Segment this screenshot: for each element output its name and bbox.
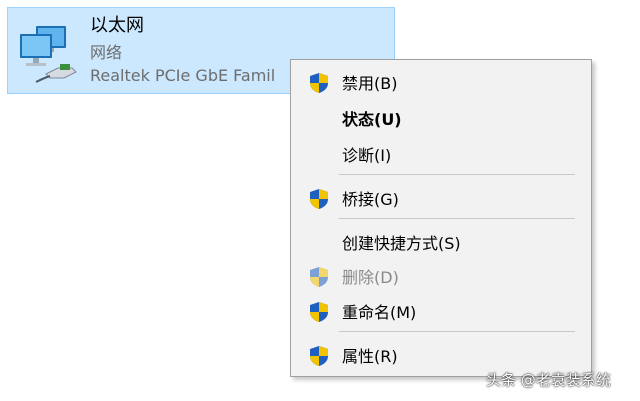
watermark: 头条 @老袁装系统 — [486, 371, 611, 389]
uac-shield-icon — [310, 267, 328, 287]
menu-item-status[interactable]: 状态(U) — [293, 102, 589, 132]
menu-item-rename[interactable]: 重命名(M) — [293, 295, 589, 325]
menu-item-create-shortcut[interactable]: 创建快捷方式(S) — [293, 226, 589, 256]
menu-item-label: 状态(U) — [342, 110, 402, 129]
menu-item-diagnose[interactable]: 诊断(I) — [293, 138, 589, 168]
menu-separator — [339, 218, 575, 219]
uac-shield-icon — [310, 302, 328, 322]
explorer-content-area: 以太网 网络 Realtek PCIe GbE Famil 禁用(B) 状态(U… — [0, 0, 640, 401]
menu-item-label: 属性(R) — [342, 347, 398, 366]
context-menu: 禁用(B) 状态(U) 诊断(I) 桥接(G) 创建快捷方式(S) 删除(D) … — [290, 59, 592, 377]
adapter-name: 以太网 — [90, 15, 144, 36]
menu-item-delete: 删除(D) — [293, 260, 589, 290]
menu-item-properties[interactable]: 属性(R) — [293, 339, 589, 369]
menu-item-label: 重命名(M) — [342, 303, 417, 322]
uac-shield-icon — [310, 346, 328, 366]
menu-item-bridge[interactable]: 桥接(G) — [293, 182, 589, 212]
adapter-device-name: Realtek PCIe GbE Famil — [90, 66, 276, 85]
uac-shield-icon — [310, 73, 328, 93]
menu-item-label: 桥接(G) — [342, 190, 399, 209]
menu-item-label: 删除(D) — [342, 268, 399, 287]
adapter-status: 网络 — [90, 43, 123, 62]
menu-item-disable[interactable]: 禁用(B) — [293, 66, 589, 96]
menu-item-label: 诊断(I) — [342, 146, 392, 165]
menu-separator — [339, 174, 575, 175]
menu-separator — [339, 331, 575, 332]
menu-item-label: 禁用(B) — [342, 74, 398, 93]
uac-shield-icon — [310, 189, 328, 209]
menu-item-label: 创建快捷方式(S) — [342, 234, 461, 253]
network-adapter-icon — [20, 26, 77, 83]
